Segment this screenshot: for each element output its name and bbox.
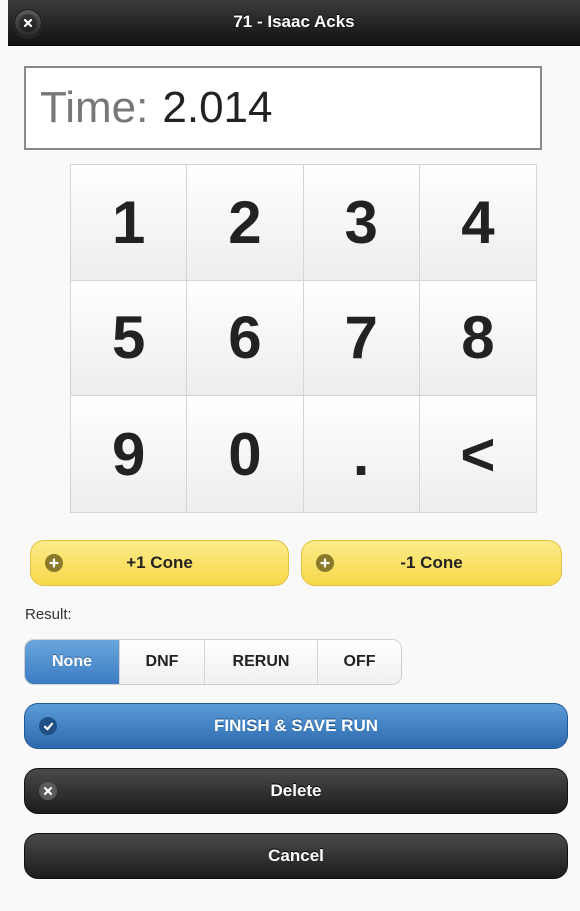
result-option-rerun[interactable]: RERUN <box>204 640 317 684</box>
result-option-none[interactable]: None <box>25 640 119 684</box>
close-button[interactable] <box>14 9 42 37</box>
result-option-dnf[interactable]: DNF <box>119 640 204 684</box>
run-entry-page: 71 - Isaac Acks Time: 2.014 1 2 3 4 5 6 7… <box>0 0 580 911</box>
delete-button[interactable]: Delete <box>24 768 568 814</box>
header-bar: 71 - Isaac Acks <box>8 0 580 46</box>
delete-label: Delete <box>270 781 322 800</box>
finish-save-run-label: FINISH & SAVE RUN <box>213 716 379 735</box>
plus-icon <box>316 554 334 572</box>
finish-save-run-button[interactable]: FINISH & SAVE RUN <box>24 703 568 749</box>
key-9[interactable]: 9 <box>71 396 188 512</box>
plus-icon <box>45 554 63 572</box>
close-icon <box>39 782 57 800</box>
result-label: Result: <box>25 606 72 623</box>
result-option-off[interactable]: OFF <box>317 640 401 684</box>
add-cone-button[interactable]: +1 Cone <box>30 540 289 586</box>
time-display: Time: 2.014 <box>24 66 542 150</box>
key-8[interactable]: 8 <box>419 280 536 397</box>
key-6[interactable]: 6 <box>187 280 304 397</box>
key-7[interactable]: 7 <box>303 280 420 397</box>
close-icon <box>19 14 37 32</box>
header-title: 71 - Isaac Acks <box>233 12 355 31</box>
key-backspace[interactable]: < <box>419 396 536 512</box>
key-5[interactable]: 5 <box>71 280 188 397</box>
cancel-button[interactable]: Cancel <box>24 833 568 879</box>
key-decimal[interactable]: . <box>303 396 420 512</box>
result-segmented-control: None DNF RERUN OFF <box>24 639 402 685</box>
remove-cone-label: -1 Cone <box>400 553 463 572</box>
remove-cone-button[interactable]: -1 Cone <box>301 540 562 586</box>
add-cone-label: +1 Cone <box>126 553 193 572</box>
key-0[interactable]: 0 <box>187 396 304 512</box>
key-3[interactable]: 3 <box>303 165 420 281</box>
key-4[interactable]: 4 <box>419 165 536 281</box>
numeric-keypad: 1 2 3 4 5 6 7 8 9 0 . < <box>70 164 537 513</box>
check-icon <box>39 717 57 735</box>
time-value: 2.014 <box>162 83 273 132</box>
key-1[interactable]: 1 <box>71 165 188 281</box>
key-2[interactable]: 2 <box>187 165 304 281</box>
cancel-label: Cancel <box>268 846 324 865</box>
time-label: Time: <box>40 83 149 132</box>
